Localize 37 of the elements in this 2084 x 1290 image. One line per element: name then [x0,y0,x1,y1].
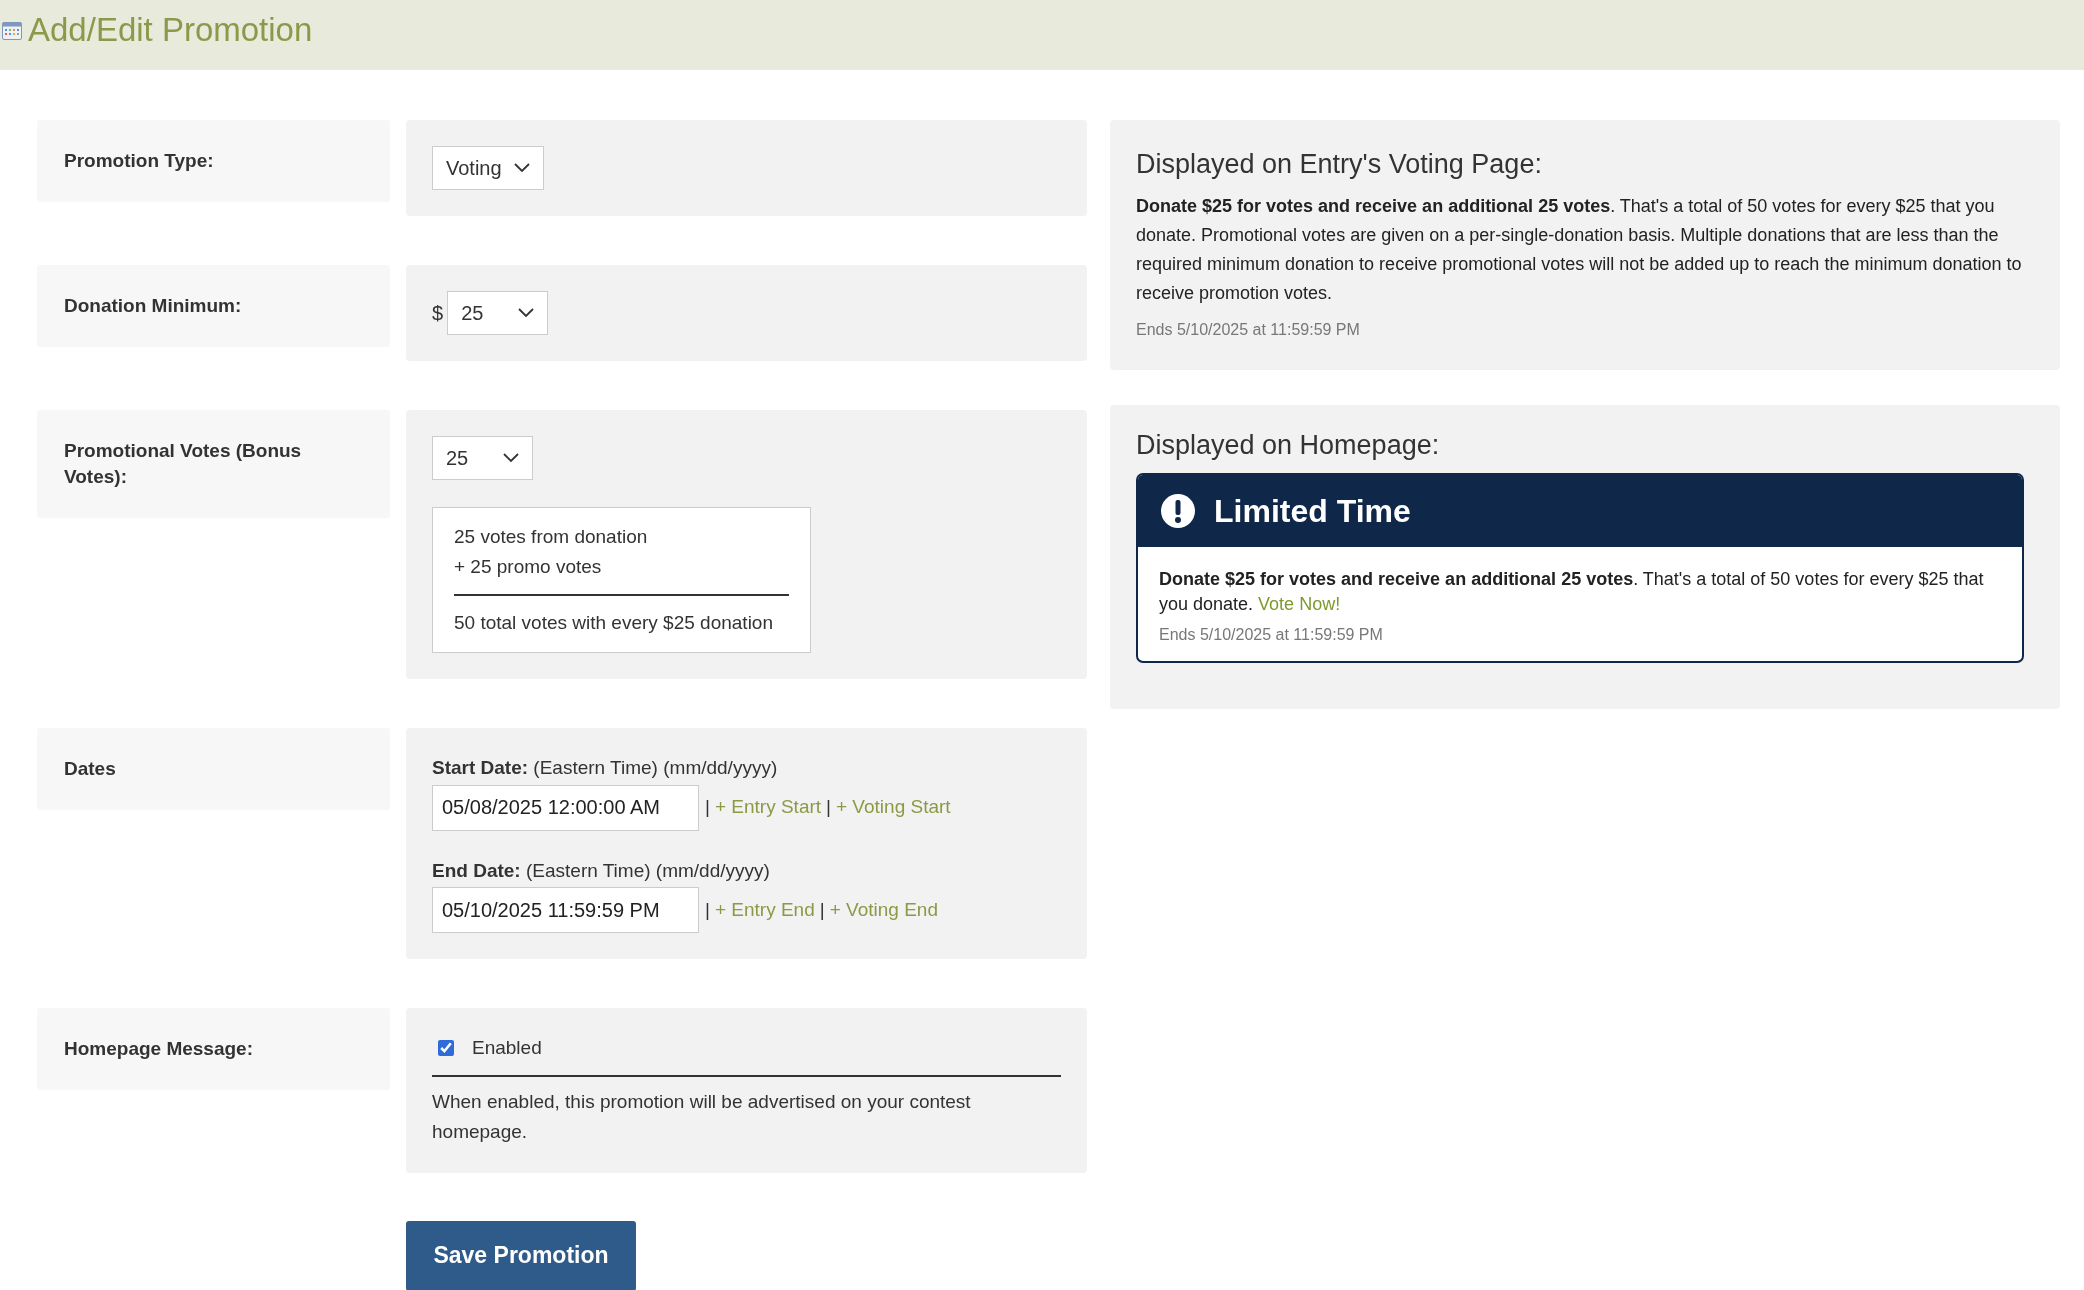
dropdown-select[interactable]: 25 [432,436,533,480]
chevron-down-icon [514,163,530,173]
promo-message: Donate $25 for votes and receive an additional 25 votes. That's a total of 50 votes for every $25 that you donate. Vote Now! [1159,568,1985,616]
date-label: End Date: (Eastern Time) (mm/dd/yyyy) [432,858,771,883]
dropdown-select[interactable]: Voting [432,146,544,190]
field-label: Promotion Type: [37,120,390,202]
enabled-checkbox[interactable] [438,1040,454,1057]
link-separator: | [826,795,831,820]
field-label: Homepage Message: [37,1008,390,1090]
votes-summary-total: 50 total votes with every $25 donation [454,611,774,635]
end-date-text: Ends 5/10/2025 at 11:59:59 PM [1136,320,1361,340]
calendar-icon [2,22,22,40]
end-date-text: Ends 5/10/2025 at 11:59:59 PM [1159,625,1384,645]
link-separator: | [819,897,825,922]
votes-summary-line: + 25 promo votes [454,555,603,579]
link-separator: | [705,795,710,820]
page-title: Add/Edit Promotion [28,10,313,50]
dropdown-select[interactable]: 25 [447,291,549,335]
chevron-down-icon [518,308,535,318]
promotion-description: Donate $25 for votes and receive an additional 25 votes. That's a total of 50 votes for every $25 that you donate. Promotional votes are given on a per-single-donation basis. Multiple donations that are less than the required minimum donation to receive promotional votes will not be added up to reach the minimum donation to receive promotion votes. [1136,195,2023,305]
chevron-down-icon [503,453,519,463]
checkbox-label: Enabled [472,1036,542,1060]
preview-title: Displayed on Homepage: [1136,429,1441,462]
save-promotion-button[interactable]: Save Promotion [406,1220,636,1290]
field-label: Dates [37,728,390,810]
help-text: When enabled, this promotion will be advertised on your contest homepage. [432,1089,972,1144]
date-input[interactable]: 05/08/2025 12:00:00 AM [432,784,699,831]
field-label: Promotional Votes (Bonus Votes): [37,410,390,518]
link-separator: | [705,897,710,922]
date-label: Start Date: (Eastern Time) (mm/dd/yyyy) [432,756,779,780]
date-input[interactable]: 05/10/2025 11:59:59 PM [432,887,699,933]
exclamation-circle-icon [1160,493,1196,529]
field-label: Donation Minimum: [37,265,390,347]
votes-summary-line: 25 votes from donation [454,525,649,549]
banner-title: Limited Time [1214,492,1411,531]
currency-symbol: $ [432,301,444,326]
preview-title: Displayed on Entry's Voting Page: [1136,148,1543,181]
